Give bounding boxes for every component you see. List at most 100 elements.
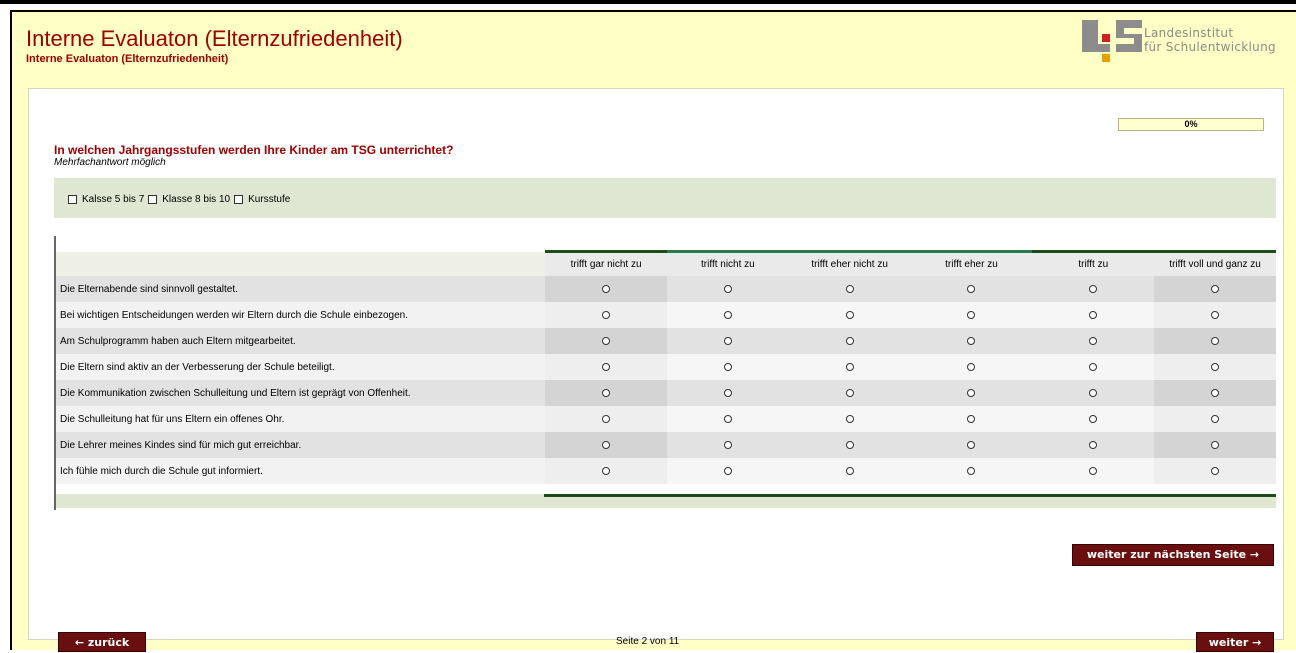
radio-option[interactable] <box>723 362 732 371</box>
radio-option[interactable] <box>723 284 732 293</box>
radio-option[interactable] <box>845 310 854 319</box>
radio-option[interactable] <box>602 362 611 371</box>
column-header: trifft eher zu <box>910 250 1033 276</box>
progress-bar: 0% <box>1118 118 1264 131</box>
radio-option[interactable] <box>967 284 976 293</box>
radio-option[interactable] <box>845 388 854 397</box>
matrix-table: trifft gar nicht zu trifft nicht zu trif… <box>56 250 1276 484</box>
table-row: Die Elternabende sind sinnvoll gestaltet… <box>56 276 1276 302</box>
column-header: trifft nicht zu <box>666 250 789 276</box>
radio-cell <box>1154 354 1276 380</box>
radio-option[interactable] <box>1211 414 1220 423</box>
radio-option[interactable] <box>1089 388 1098 397</box>
radio-option[interactable] <box>967 440 976 449</box>
radio-option[interactable] <box>1089 466 1098 475</box>
checkbox-klasse-8-10[interactable] <box>148 195 158 204</box>
radio-option[interactable] <box>967 414 976 423</box>
column-header: trifft voll und ganz zu <box>1154 250 1276 276</box>
checkbox-label: Kalsse 5 bis 7 <box>82 194 145 205</box>
radio-cell <box>788 380 911 406</box>
radio-option[interactable] <box>602 336 611 345</box>
radio-option[interactable] <box>1211 336 1220 345</box>
radio-option[interactable] <box>1089 336 1098 345</box>
radio-option[interactable] <box>967 466 976 475</box>
checkbox-row: Kalsse 5 bis 7 Klasse 8 bis 10 Kursstufe <box>68 194 294 205</box>
radio-cell <box>910 406 1033 432</box>
radio-cell <box>1154 458 1276 484</box>
radio-option[interactable] <box>845 440 854 449</box>
radio-option[interactable] <box>845 336 854 345</box>
row-statement: Die Kommunikation zwischen Schulleitung … <box>56 380 546 406</box>
back-button[interactable]: ← zurück <box>58 632 146 652</box>
radio-cell <box>910 302 1033 328</box>
radio-option[interactable] <box>967 310 976 319</box>
radio-cell <box>910 432 1033 458</box>
radio-cell <box>666 458 789 484</box>
row-statement: Die Schulleitung hat für uns Eltern ein … <box>56 406 546 432</box>
radio-cell <box>910 276 1033 302</box>
radio-option[interactable] <box>845 414 854 423</box>
radio-cell <box>910 354 1033 380</box>
radio-option[interactable] <box>602 466 611 475</box>
row-statement: Die Eltern sind aktiv an der Verbesserun… <box>56 354 546 380</box>
question-hint: Mehrfachantwort möglich <box>54 157 166 168</box>
radio-cell <box>545 302 667 328</box>
page-subtitle: Interne Evaluaton (Elternzufriedenheit) <box>26 53 229 65</box>
matrix-footer-line <box>544 494 1276 497</box>
checkbox-klasse-5-7[interactable] <box>68 195 77 204</box>
radio-option[interactable] <box>723 310 732 319</box>
radio-option[interactable] <box>1211 284 1220 293</box>
radio-option[interactable] <box>1089 284 1098 293</box>
radio-cell <box>666 432 789 458</box>
radio-option[interactable] <box>845 284 854 293</box>
radio-option[interactable] <box>602 440 611 449</box>
column-header: trifft gar nicht zu <box>545 250 667 276</box>
radio-cell <box>1032 302 1155 328</box>
progress-label: 0% <box>1184 119 1198 129</box>
radio-cell <box>666 328 789 354</box>
radio-option[interactable] <box>602 414 611 423</box>
next-page-button[interactable]: weiter zur nächsten Seite → <box>1072 544 1274 566</box>
forward-button[interactable]: weiter → <box>1196 632 1274 652</box>
radio-option[interactable] <box>967 362 976 371</box>
row-statement: Die Elternabende sind sinnvoll gestaltet… <box>56 276 546 302</box>
radio-cell <box>788 432 911 458</box>
radio-option[interactable] <box>602 284 611 293</box>
radio-option[interactable] <box>1211 388 1220 397</box>
radio-cell <box>1032 354 1155 380</box>
radio-cell <box>910 458 1033 484</box>
radio-option[interactable] <box>1089 414 1098 423</box>
radio-option[interactable] <box>845 466 854 475</box>
radio-cell <box>666 406 789 432</box>
radio-option[interactable] <box>602 310 611 319</box>
radio-option[interactable] <box>1211 440 1220 449</box>
radio-option[interactable] <box>723 440 732 449</box>
radio-cell <box>788 406 911 432</box>
radio-option[interactable] <box>723 336 732 345</box>
radio-option[interactable] <box>1211 466 1220 475</box>
radio-option[interactable] <box>723 466 732 475</box>
checkbox-group: Kalsse 5 bis 7 Klasse 8 bis 10 Kursstufe <box>54 178 1276 218</box>
radio-cell <box>666 380 789 406</box>
radio-option[interactable] <box>1089 362 1098 371</box>
radio-cell <box>788 302 911 328</box>
radio-option[interactable] <box>1089 440 1098 449</box>
radio-cell <box>1154 302 1276 328</box>
column-header: trifft eher nicht zu <box>788 250 911 276</box>
radio-option[interactable] <box>967 388 976 397</box>
radio-option[interactable] <box>845 362 854 371</box>
radio-option[interactable] <box>1089 310 1098 319</box>
radio-cell <box>1032 432 1155 458</box>
radio-option[interactable] <box>1211 362 1220 371</box>
radio-option[interactable] <box>723 388 732 397</box>
radio-cell <box>545 432 667 458</box>
radio-option[interactable] <box>723 414 732 423</box>
radio-cell <box>1032 380 1155 406</box>
logo-text: Landesinstitut für Schulentwicklung <box>1144 26 1276 54</box>
radio-cell <box>545 328 667 354</box>
matrix-header-row: trifft gar nicht zu trifft nicht zu trif… <box>56 250 1276 276</box>
radio-option[interactable] <box>602 388 611 397</box>
checkbox-kursstufe[interactable] <box>234 195 244 204</box>
radio-option[interactable] <box>967 336 976 345</box>
radio-option[interactable] <box>1211 310 1220 319</box>
